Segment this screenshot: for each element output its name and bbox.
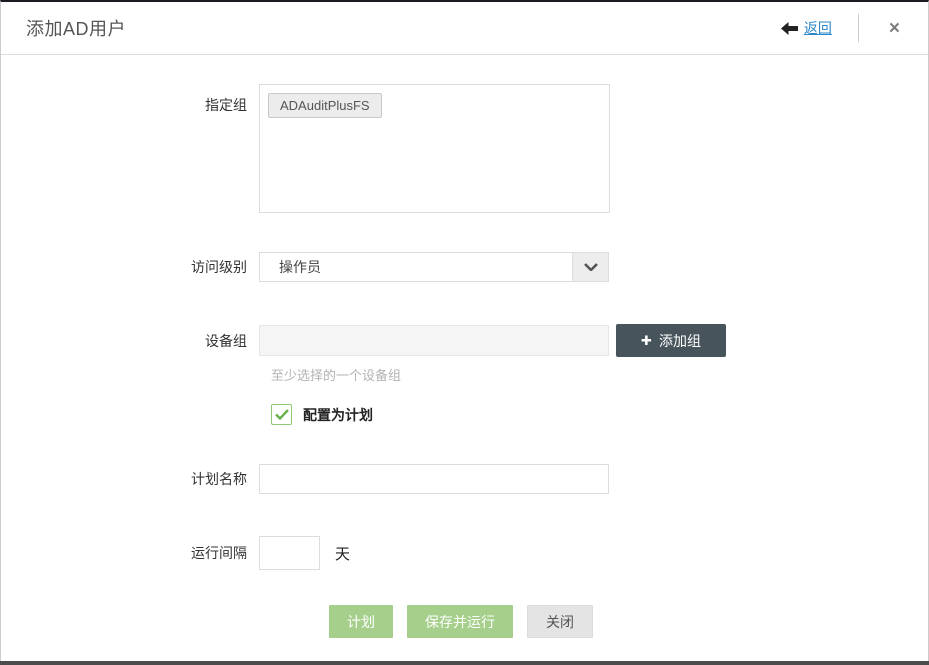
bottom-edge-bar [0, 661, 929, 665]
access-level-select[interactable]: 操作员 [259, 252, 609, 282]
back-link[interactable]: 返回 [781, 18, 832, 38]
assigned-group-label: 指定组 [1, 84, 259, 115]
add-group-button-label: 添加组 [659, 331, 701, 351]
access-level-row: 访问级别 操作员 [1, 252, 928, 282]
assigned-group-row: 指定组 ADAuditPlusFS [1, 84, 928, 213]
run-interval-row: 运行间隔 天 [1, 536, 928, 570]
save-and-run-button[interactable]: 保存并运行 [407, 605, 513, 638]
run-interval-input[interactable] [259, 536, 320, 570]
schedule-name-row: 计划名称 [1, 464, 928, 494]
close-icon[interactable]: × [885, 17, 904, 40]
close-button[interactable]: 关闭 [527, 605, 593, 638]
schedule-checkbox-label: 配置为计划 [303, 405, 373, 425]
back-arrow-icon [781, 22, 798, 35]
page-title: 添加AD用户 [26, 15, 781, 41]
schedule-name-label: 计划名称 [1, 469, 259, 489]
footer-buttons: 计划 保存并运行 关闭 [1, 605, 928, 638]
device-group-helper-text: 至少选择的一个设备组 [271, 365, 928, 384]
plus-icon: ✚ [641, 334, 652, 347]
assigned-group-box[interactable]: ADAuditPlusFS [259, 84, 610, 213]
run-interval-label: 运行间隔 [1, 543, 259, 563]
back-link-label: 返回 [804, 18, 832, 38]
run-interval-unit: 天 [335, 543, 350, 564]
header-controls: 返回 × [781, 14, 904, 42]
access-level-label: 访问级别 [1, 257, 259, 277]
access-level-selected-value: 操作员 [260, 257, 572, 277]
header-divider [858, 14, 859, 42]
dialog-header: 添加AD用户 返回 × [1, 2, 928, 55]
schedule-name-input[interactable] [259, 464, 609, 494]
form-area: 指定组 ADAuditPlusFS 访问级别 操作员 设备组 ✚ [1, 55, 928, 638]
schedule-button[interactable]: 计划 [329, 605, 393, 638]
add-ad-user-dialog: 添加AD用户 返回 × 指定组 ADAuditPlusFS 访 [0, 0, 929, 665]
device-group-input[interactable] [259, 325, 609, 356]
device-group-label: 设备组 [1, 331, 259, 351]
schedule-checkbox-row: 配置为计划 [1, 404, 928, 425]
group-tag[interactable]: ADAuditPlusFS [268, 93, 382, 118]
device-group-row: 设备组 ✚ 添加组 [1, 324, 928, 357]
schedule-checkbox[interactable] [271, 404, 292, 425]
check-icon [275, 409, 289, 420]
chevron-down-icon[interactable] [572, 253, 608, 281]
add-group-button[interactable]: ✚ 添加组 [616, 324, 726, 357]
